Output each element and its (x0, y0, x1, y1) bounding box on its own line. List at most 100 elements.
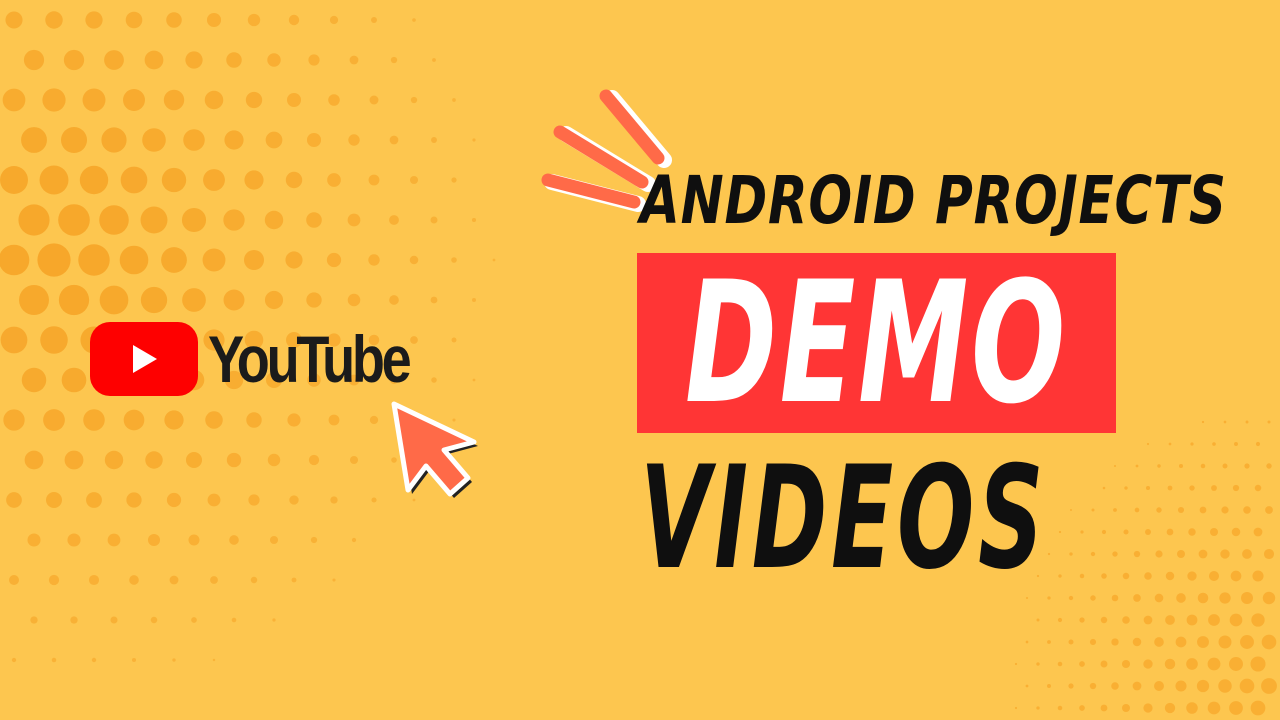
halftone-dot (1252, 570, 1264, 582)
halftone-dot (48, 574, 60, 586)
halftone-dot (1241, 591, 1254, 605)
halftone-dot (1133, 594, 1141, 602)
halftone-dot (60, 126, 88, 154)
halftone-dot (231, 617, 237, 623)
halftone-dot (1100, 704, 1108, 712)
halftone-dot (45, 11, 63, 29)
halftone-dot (1177, 506, 1185, 514)
halftone-dot (389, 295, 399, 305)
halftone-dot (1079, 705, 1085, 711)
halftone-dot (369, 95, 379, 105)
halftone-dot (289, 495, 299, 505)
halftone-dot (1254, 484, 1262, 492)
halftone-dot (267, 53, 281, 67)
halftone-dot (82, 88, 106, 112)
halftone-dot (1112, 551, 1118, 557)
halftone-dot (1069, 508, 1073, 512)
halftone-dot (30, 616, 38, 624)
halftone-dot (1164, 658, 1176, 670)
headline-android-projects: ANDROID PROJECTS (640, 162, 1227, 239)
halftone-dot (430, 296, 438, 304)
halftone-dot (224, 130, 244, 150)
halftone-dot (1240, 635, 1254, 649)
halftone-dot (1186, 658, 1198, 670)
halftone-dot (310, 536, 318, 544)
halftone-dot (285, 171, 303, 189)
halftone-dot (451, 257, 457, 263)
halftone-dot (472, 298, 476, 302)
halftone-dot (329, 15, 339, 25)
halftone-dot (1253, 527, 1263, 537)
halftone-dot (126, 492, 142, 508)
halftone-dot (169, 575, 179, 585)
demo-text: DEMO (685, 245, 1068, 441)
halftone-dot (1156, 507, 1162, 513)
halftone-dot (349, 55, 359, 65)
halftone-dot (1132, 681, 1142, 691)
halftone-dot (1135, 464, 1139, 468)
halftone-dot (1111, 594, 1119, 602)
halftone-dot (58, 204, 90, 236)
halftone-dot (2, 88, 26, 112)
halftone-dot (1245, 420, 1249, 424)
halftone-dot (1261, 634, 1277, 650)
halftone-dot (1175, 680, 1187, 692)
halftone-dot (430, 216, 438, 224)
halftone-dot (203, 169, 225, 191)
halftone-dot (1155, 550, 1163, 558)
halftone-dot (1047, 596, 1051, 600)
halftone-dot (1047, 552, 1051, 556)
halftone-dot (1201, 420, 1205, 424)
halftone-dot (1134, 507, 1140, 513)
halftone-dot (351, 537, 357, 543)
halftone-dot (1209, 527, 1219, 537)
halftone-dot (0, 244, 30, 276)
halftone-dot (123, 409, 145, 431)
halftone-dot (492, 258, 496, 262)
halftone-dot (1122, 616, 1130, 624)
halftone-dot (1121, 659, 1131, 669)
halftone-dot (1250, 700, 1266, 716)
halftone-dot (243, 249, 265, 271)
halftone-dot (104, 50, 124, 70)
halftone-dot (19, 285, 49, 315)
halftone-dot (265, 131, 283, 149)
halftone-dot (247, 13, 261, 27)
halftone-dot (410, 96, 418, 104)
halftone-dot (1165, 615, 1175, 625)
halftone-dot (1267, 420, 1271, 424)
halftone-dot (226, 452, 242, 468)
halftone-dot (1145, 529, 1151, 535)
halftone-dot (1068, 683, 1074, 689)
halftone-dot (223, 289, 245, 311)
halftone-dot (326, 252, 342, 268)
videos-text: VIDEOS (640, 436, 1048, 601)
halftone-dot (1219, 592, 1231, 604)
halftone-dot (1146, 442, 1150, 446)
halftone-dot (1068, 595, 1074, 601)
halftone-dot (99, 285, 129, 315)
halftone-dot (204, 90, 224, 110)
halftone-dot (67, 533, 81, 547)
halftone-dot (18, 204, 50, 236)
halftone-dot (1111, 638, 1119, 646)
halftone-dot (1025, 640, 1029, 644)
halftone-dot (1208, 614, 1220, 626)
halftone-dot (1168, 442, 1172, 446)
halftone-dot (1164, 702, 1176, 714)
halftone-dot (1165, 571, 1175, 581)
halftone-dot (150, 616, 158, 624)
highlight-banner: DEMO (637, 253, 1116, 433)
halftone-dot (1057, 661, 1063, 667)
halftone-dot (205, 411, 223, 429)
halftone-dot (1079, 573, 1085, 579)
halftone-dot (1100, 616, 1108, 624)
halftone-dot (11, 657, 17, 663)
halftone-dot (142, 128, 166, 152)
halftone-dot (1197, 592, 1209, 604)
halftone-dot (1154, 637, 1164, 647)
halftone-dot (1143, 615, 1153, 625)
halftone-dot (1057, 705, 1063, 711)
halftone-dot (287, 413, 301, 427)
halftone-dot (88, 574, 100, 586)
